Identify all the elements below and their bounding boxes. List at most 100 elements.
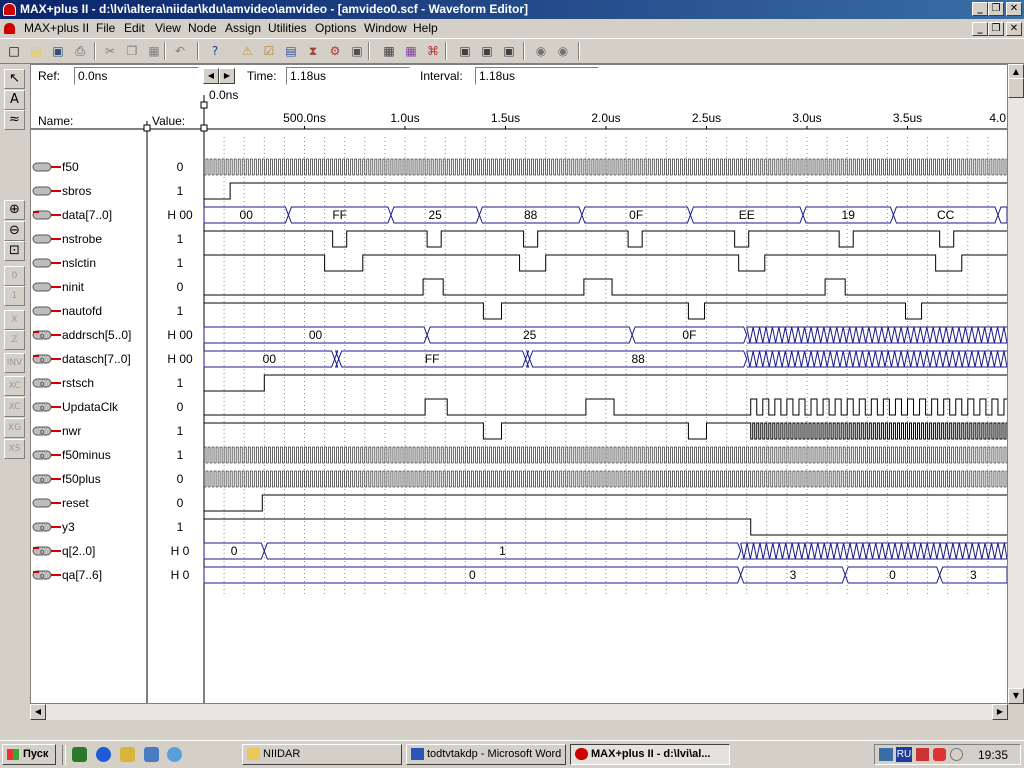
signal-name[interactable]: data[7..0] <box>62 208 112 222</box>
menu-edit[interactable]: Edit <box>124 21 145 35</box>
signal-name[interactable]: q[2..0] <box>62 544 95 558</box>
doc-restore-button[interactable]: ❐ <box>988 22 1004 36</box>
scroll-right-button[interactable]: ▶ <box>992 704 1008 720</box>
signal-row[interactable]: o f50plus 0 <box>32 470 1007 488</box>
waveform-editor[interactable]: Ref: 0.0ns ◀ ▶ Time: 1.18us Interval: 1.… <box>30 64 1008 704</box>
task-maxplus[interactable]: MAX+plus II - d:\lvi\al... <box>570 744 730 765</box>
signal-name[interactable]: nstrobe <box>62 232 102 246</box>
signal-row[interactable]: o addrsch[5..0] H 00 00 25 0F <box>32 326 1007 344</box>
print-icon[interactable]: ⎙ <box>70 41 90 61</box>
hierarchy-up-icon[interactable]: ⚠ <box>237 41 257 61</box>
project-save-icon[interactable]: ▣ <box>347 41 367 61</box>
undo-icon[interactable]: ↶ <box>170 41 190 61</box>
simulator-icon[interactable]: ▣ <box>455 41 475 61</box>
status-icon[interactable] <box>950 748 963 761</box>
time-start-handle[interactable] <box>200 124 208 132</box>
compile-icon[interactable]: ☑ <box>259 41 279 61</box>
new-icon[interactable]: □ <box>4 41 24 61</box>
force-z-tool[interactable]: Z <box>4 330 25 350</box>
doc-minimize-button[interactable]: _ <box>972 22 988 36</box>
waveform-draw-tool[interactable]: ≈ <box>4 110 25 130</box>
signal-name[interactable]: qa[7..6] <box>62 568 102 582</box>
signal-name[interactable]: f50 <box>62 160 79 174</box>
signal-row[interactable]: o f50minus 1 <box>32 446 1007 464</box>
volume-icon[interactable] <box>916 748 929 761</box>
menu-file[interactable]: File <box>96 21 115 35</box>
signal-name[interactable]: datasch[7..0] <box>62 352 131 366</box>
signal-name[interactable]: nslctin <box>62 256 96 270</box>
minimize-button[interactable]: _ <box>972 2 988 16</box>
outlook-icon[interactable] <box>120 747 135 762</box>
overwrite-count-tool[interactable]: XC <box>4 376 25 396</box>
signal-name[interactable]: sbros <box>62 184 91 198</box>
column-resize-handle[interactable] <box>143 124 151 132</box>
invert-tool[interactable]: INV <box>4 353 25 373</box>
menu-window[interactable]: Window <box>364 21 407 35</box>
force-0-tool[interactable]: 0 <box>4 266 25 286</box>
doc-close-button[interactable]: ✕ <box>1006 22 1022 36</box>
overwrite-group-tool[interactable]: XG <box>4 418 25 438</box>
signal-row[interactable]: o rstsch 1 <box>32 374 1007 392</box>
menu-options[interactable]: Options <box>315 21 356 35</box>
signal-row[interactable]: nslctin 1 <box>32 254 1007 272</box>
help-pointer-icon[interactable]: ? <box>205 41 225 61</box>
signal-name[interactable]: y3 <box>62 520 75 534</box>
menu-help[interactable]: Help <box>413 21 438 35</box>
scroll-left-button[interactable]: ◀ <box>30 704 46 720</box>
find-icon[interactable]: ◉ <box>553 41 573 61</box>
ref-cursor-handle[interactable] <box>200 101 208 109</box>
signal-name[interactable]: f50minus <box>62 448 111 462</box>
signal-row[interactable]: ninit 0 <box>32 278 1007 296</box>
horizontal-scrollbar[interactable]: ◀ ▶ <box>30 704 1008 720</box>
simulate-icon[interactable]: ▤ <box>281 41 301 61</box>
signal-row[interactable]: reset 0 <box>32 494 1007 512</box>
text-tool[interactable]: A <box>4 90 25 110</box>
signal-row[interactable]: o y3 1 <box>32 518 1007 536</box>
signal-row[interactable]: o nwr 1 <box>32 422 1007 440</box>
vertical-scrollbar[interactable]: ▲ ▼ <box>1008 64 1024 720</box>
signal-row[interactable]: o qa[7..6] H 0 0 3 0 3 <box>32 566 1007 584</box>
menu-view[interactable]: View <box>155 21 181 35</box>
task-word[interactable]: todtvtakdp - Microsoft Word <box>406 744 566 765</box>
zoom-out-tool[interactable]: ⊖ <box>4 221 25 241</box>
vertical-scroll-thumb[interactable] <box>1008 78 1024 98</box>
signal-name[interactable]: reset <box>62 496 89 510</box>
signal-row[interactable]: data[7..0] H 00 00 FF 25 88 0F EE 19 CC <box>32 206 1007 224</box>
fit-in-window-tool[interactable]: ⊡ <box>4 241 25 261</box>
signal-row[interactable]: f50 0 <box>32 158 1007 176</box>
scroll-down-button[interactable]: ▼ <box>1008 688 1024 704</box>
menu-maxplus[interactable]: MAX+plus II <box>24 21 89 35</box>
signal-row[interactable]: nstrobe 1 <box>32 230 1007 248</box>
open-icon[interactable]: ▤ <box>26 41 46 61</box>
report-icon[interactable]: ◉ <box>531 41 551 61</box>
signal-name[interactable]: nautofd <box>62 304 102 318</box>
floorplan-icon[interactable]: ▦ <box>401 41 421 61</box>
search-icon[interactable] <box>167 747 182 762</box>
task-niidar[interactable]: NIIDAR <box>242 744 402 765</box>
close-button[interactable]: ✕ <box>1006 2 1022 16</box>
cut-icon[interactable]: ✂ <box>100 41 120 61</box>
selection-tool[interactable]: ↖ <box>4 69 25 89</box>
signal-name[interactable]: ninit <box>62 280 85 294</box>
signal-row[interactable]: o datasch[7..0] H 00 00 FF 88 <box>32 350 1007 368</box>
document-icon[interactable] <box>3 22 16 35</box>
antivirus-icon[interactable] <box>933 748 946 761</box>
desktop-icon[interactable] <box>72 747 87 762</box>
overwrite-clock-tool[interactable]: XC <box>4 397 25 417</box>
network-icon[interactable] <box>879 748 893 761</box>
save-icon[interactable]: ▣ <box>48 41 68 61</box>
hierarchy-display-icon[interactable]: ▦ <box>379 41 399 61</box>
menu-assign[interactable]: Assign <box>225 21 261 35</box>
timing-analyzer-icon[interactable]: ▣ <box>477 41 497 61</box>
signal-row[interactable]: nautofd 1 <box>32 302 1007 320</box>
signal-name[interactable]: f50plus <box>62 472 101 486</box>
ie-icon[interactable] <box>96 747 111 762</box>
signal-row[interactable]: o q[2..0] H 0 0 1 <box>32 542 1007 560</box>
copy-icon[interactable]: ❐ <box>122 41 142 61</box>
language-indicator[interactable]: RU <box>896 747 912 762</box>
paste-icon[interactable]: ▦ <box>144 41 164 61</box>
app-icon[interactable] <box>3 3 16 16</box>
compiler-icon[interactable]: ⌘ <box>423 41 443 61</box>
zoom-in-tool[interactable]: ⊕ <box>4 200 25 220</box>
programmer-icon[interactable]: ▣ <box>499 41 519 61</box>
